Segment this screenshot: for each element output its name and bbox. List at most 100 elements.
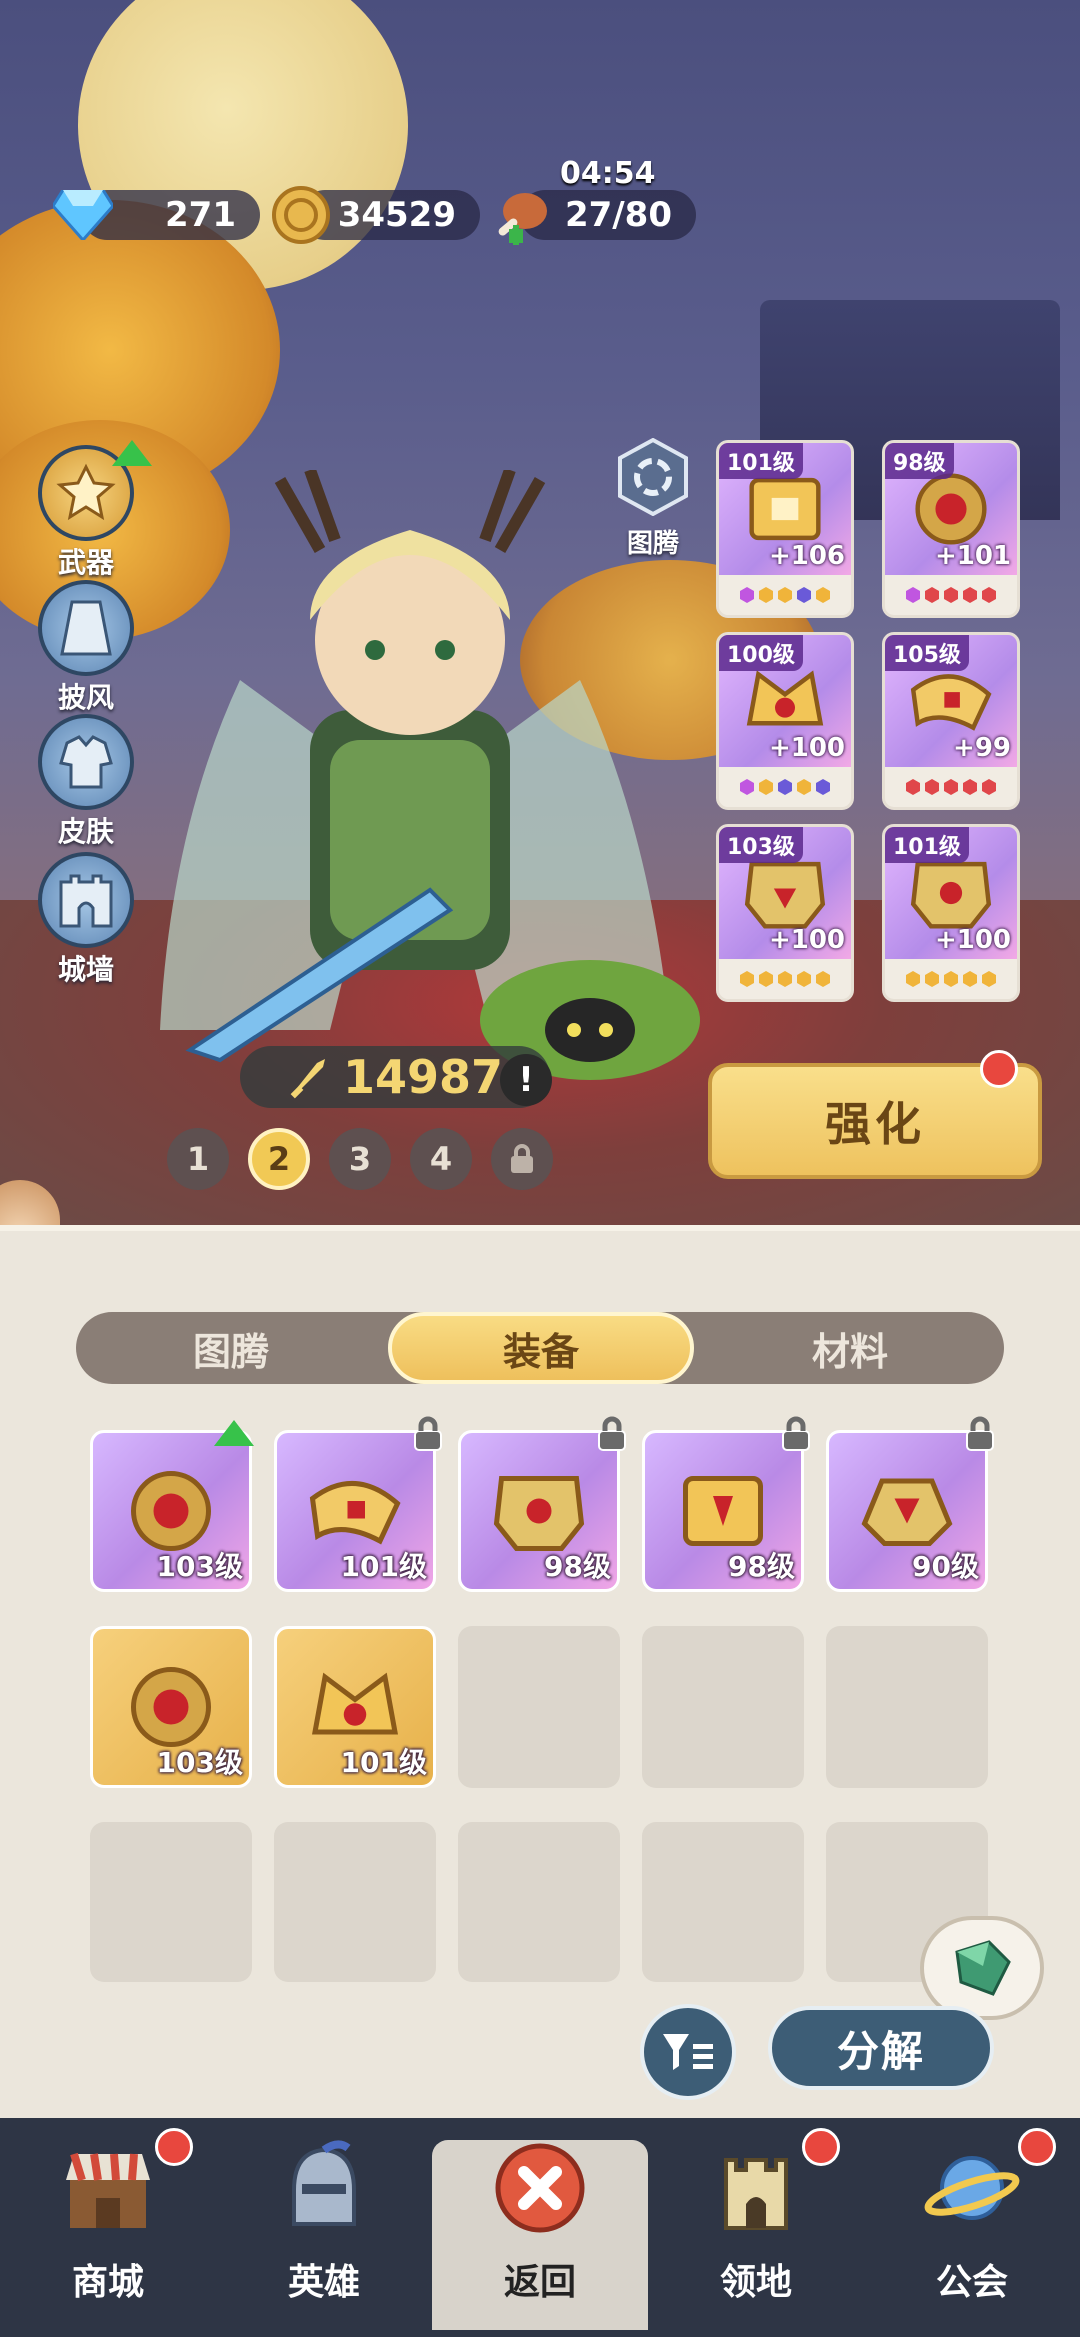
tab-materials[interactable]: 材料 — [696, 1312, 1004, 1384]
equipped-gear-slot[interactable]: 105级 +99 — [882, 632, 1020, 810]
socket-gem-icon — [759, 971, 773, 987]
diamond-icon — [52, 184, 114, 246]
coin-count: 34529 — [337, 195, 456, 235]
coin-counter[interactable]: 34529 — [272, 186, 480, 244]
item-level: 98级 — [544, 1550, 611, 1583]
equipped-gear-slot[interactable]: 101级 +106 — [716, 440, 854, 618]
filter-sort-button[interactable] — [640, 2004, 736, 2100]
gear-enhance-bonus: +99 — [953, 733, 1011, 763]
item-level: 90级 — [912, 1550, 979, 1583]
tab-equipment[interactable]: 装备 — [388, 1312, 694, 1384]
lock-icon — [782, 1416, 810, 1451]
loadout-page-3[interactable]: 3 — [329, 1128, 391, 1190]
socket-gem-icon — [906, 971, 920, 987]
equipped-gear-slot[interactable]: 103级 +100 — [716, 824, 854, 1002]
socket-gem-icon — [816, 779, 830, 795]
upgrade-arrow-icon — [214, 1420, 254, 1446]
gear-art: 105级 +99 — [885, 635, 1017, 767]
socket-gem-icon — [982, 587, 996, 603]
side-button-wall[interactable]: 城墙 — [34, 852, 138, 988]
inventory-item[interactable]: 98级 — [642, 1430, 804, 1592]
totem-button[interactable]: 图腾 — [612, 437, 694, 560]
socket-gem-icon — [740, 971, 754, 987]
item-level: 98级 — [728, 1550, 795, 1583]
socket-row — [719, 959, 851, 999]
inventory-item[interactable]: 103级 — [90, 1626, 252, 1788]
nav-guild[interactable]: 公会 — [864, 2140, 1080, 2330]
inventory-item[interactable]: 90级 — [826, 1430, 988, 1592]
item-level: 103级 — [156, 1550, 243, 1583]
gear-item-icon — [744, 861, 826, 929]
nav-heroes[interactable]: 英雄 — [216, 2140, 432, 2330]
socket-gem-icon — [816, 587, 830, 603]
loadout-page-locked[interactable] — [491, 1128, 553, 1190]
lock-icon — [598, 1416, 626, 1451]
socket-gem-icon — [778, 779, 792, 795]
socket-gem-icon — [906, 587, 920, 603]
loadout-page-1[interactable]: 1 — [167, 1128, 229, 1190]
gear-item-icon — [746, 670, 824, 726]
gear-item-icon — [312, 1672, 398, 1735]
decompose-button[interactable]: 分解 — [768, 2006, 994, 2090]
gear-level: 100级 — [719, 635, 803, 671]
nav-shop[interactable]: 商城 — [0, 2140, 216, 2330]
shop-icon — [66, 2152, 150, 2228]
combat-power-value: 14987 — [342, 1050, 504, 1104]
nav-label: 返回 — [503, 2262, 576, 2303]
inventory-tabs: 图腾 装备 材料 — [76, 1312, 1004, 1384]
nav-territory[interactable]: 领地 — [648, 2140, 864, 2330]
socket-gem-icon — [778, 587, 792, 603]
inventory-item[interactable]: 101级 — [274, 1430, 436, 1592]
gear-item-icon — [915, 473, 987, 545]
socket-gem-icon — [944, 779, 958, 795]
loadout-page-2[interactable]: 2 — [248, 1128, 310, 1190]
tab-totem[interactable]: 图腾 — [76, 1312, 386, 1384]
equipped-gear-slot[interactable]: 98级 +101 — [882, 440, 1020, 618]
inventory-item[interactable]: 101级 — [274, 1626, 436, 1788]
totem-swirl-icon — [618, 437, 688, 517]
socket-gem-icon — [797, 587, 811, 603]
stamina-count: 27/80 — [564, 195, 672, 235]
gem-bubble-button[interactable] — [920, 1916, 1044, 2020]
side-button-cape[interactable]: 披风 — [34, 580, 138, 716]
nav-label: 英雄 — [287, 2262, 360, 2303]
gem-counter[interactable]: 271 — [53, 190, 260, 240]
empty-inventory-slot — [826, 1626, 988, 1788]
inventory-item[interactable]: 103级 — [90, 1430, 252, 1592]
item-level: 101级 — [340, 1746, 427, 1779]
nav-label: 领地 — [719, 2262, 792, 2303]
loadout-page-4[interactable]: 4 — [410, 1128, 472, 1190]
equipped-gear-slot[interactable]: 101级 +100 — [882, 824, 1020, 1002]
notification-badge — [1018, 2128, 1056, 2166]
gear-item-icon — [131, 1471, 211, 1551]
stamina-counter[interactable]: 27/80 — [498, 190, 696, 245]
planet-icon — [924, 2156, 1020, 2220]
notification-badge — [980, 1050, 1018, 1088]
gear-enhance-bonus: +106 — [768, 541, 845, 571]
empty-inventory-slot — [274, 1822, 436, 1982]
gear-level: 105级 — [885, 635, 969, 671]
gear-item-icon — [493, 1476, 585, 1551]
socket-row — [719, 767, 851, 807]
gear-art: 100级 +100 — [719, 635, 851, 767]
filter-icon — [663, 2034, 713, 2070]
meat-stamina-icon — [490, 184, 552, 246]
socket-gem-icon — [982, 779, 996, 795]
close-icon — [495, 2143, 585, 2233]
lock-icon — [511, 1144, 533, 1173]
notification-badge — [155, 2128, 193, 2166]
hero-helmet-icon — [292, 2140, 356, 2226]
inventory-item[interactable]: 98级 — [458, 1430, 620, 1592]
socket-gem-icon — [963, 587, 977, 603]
socket-gem-icon — [816, 971, 830, 987]
info-button[interactable]: ! — [500, 1054, 552, 1106]
item-level: 101级 — [340, 1550, 427, 1583]
socket-gem-icon — [740, 587, 754, 603]
nav-back[interactable]: 返回 — [432, 2140, 648, 2330]
lock-icon — [414, 1416, 442, 1451]
gear-level: 103级 — [719, 827, 803, 863]
gear-item-icon — [309, 1480, 401, 1545]
side-button-skin[interactable]: 皮肤 — [34, 714, 138, 850]
socket-gem-icon — [797, 971, 811, 987]
equipped-gear-slot[interactable]: 100级 +100 — [716, 632, 854, 810]
